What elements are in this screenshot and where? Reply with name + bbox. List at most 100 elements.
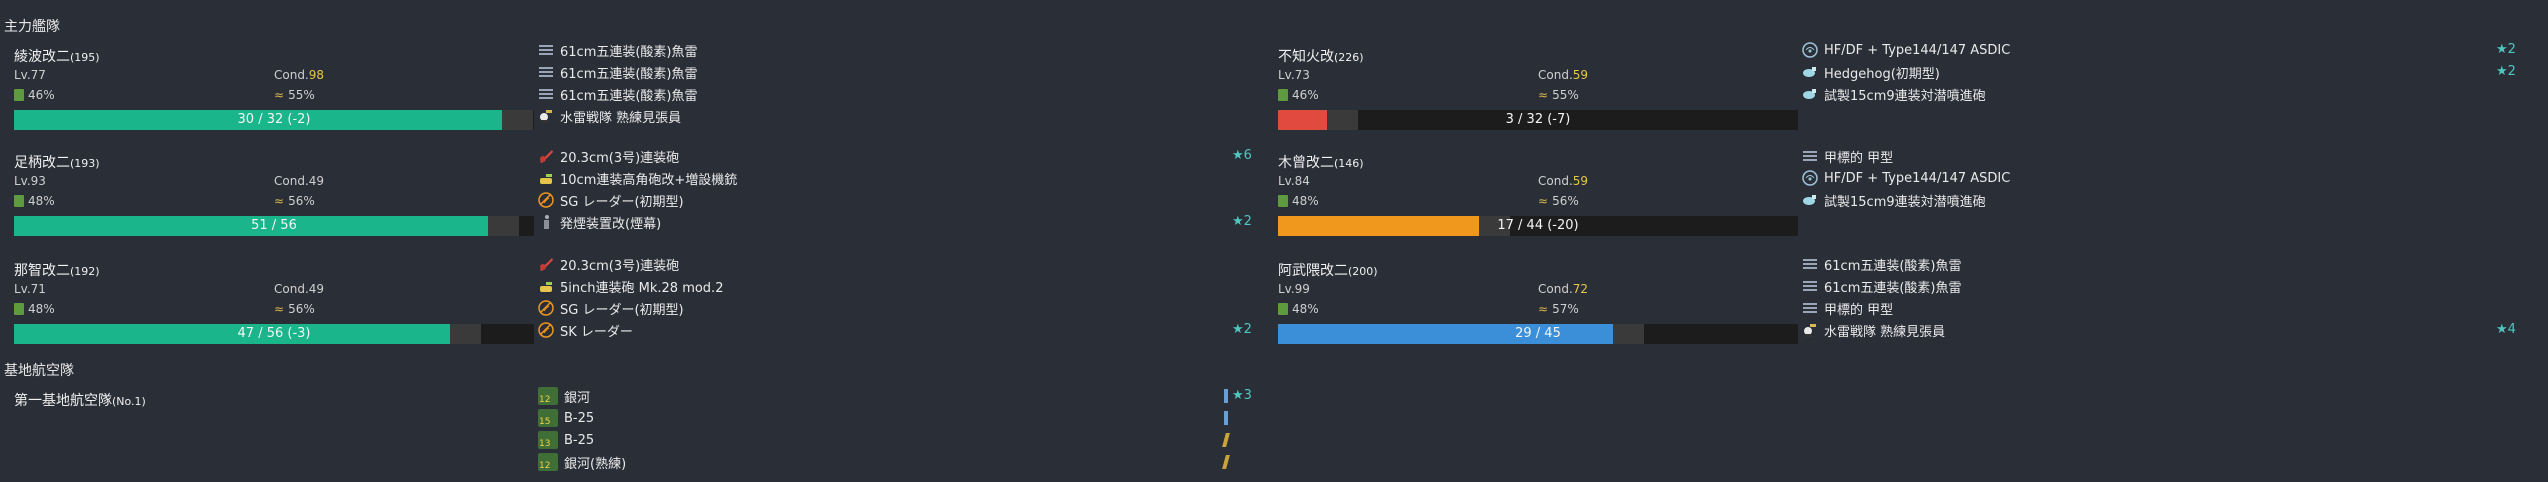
torpedo-icon — [538, 64, 554, 80]
plane-count: 13 — [539, 439, 551, 449]
ammo-status: ≈55% — [274, 88, 315, 102]
equipment-slot[interactable]: 61cm五連装(酸素)魚雷 — [1802, 254, 1962, 274]
main-gun-icon — [538, 256, 554, 272]
equipment-name: SK レーダー — [560, 324, 633, 340]
ship-name[interactable]: 不知火改(226) — [1278, 46, 1364, 66]
lookout-icon — [538, 108, 554, 124]
plane-slot[interactable]: 15 B-25 — [538, 408, 594, 428]
base-air-title: 基地航空隊 — [4, 363, 74, 379]
equipment-slot[interactable]: 61cm五連装(酸素)魚雷 — [538, 84, 698, 104]
fuel-percent: 48% — [28, 194, 55, 208]
ship-level: Lv.99 — [1278, 282, 1310, 296]
plane-slot[interactable]: 13 B-25 — [538, 430, 594, 450]
ship-level: Lv.73 — [1278, 68, 1310, 82]
squadron-number: (No.1) — [112, 395, 146, 408]
ship-name[interactable]: 那智改二(192) — [14, 260, 100, 280]
ship-level: Lv.93 — [14, 174, 46, 188]
equipment-slot[interactable]: SK レーダー — [538, 320, 633, 340]
equipment-slot[interactable]: 試製15cm9連装対潜噴進砲 — [1802, 190, 1986, 210]
equipment-name: 10cm連装高角砲改+増設機銃 — [560, 172, 738, 188]
cond-label: Cond. — [1538, 282, 1573, 296]
ship-id: (146) — [1334, 157, 1364, 170]
equipment-name: 61cm五連装(酸素)魚雷 — [560, 88, 698, 104]
improvement-level: ★4 — [2496, 322, 2516, 337]
ship-name[interactable]: 木曾改二(146) — [1278, 152, 1364, 172]
fuel-percent: 46% — [1292, 88, 1319, 102]
plane-count: 12 — [539, 395, 551, 405]
proficiency-icon — [1222, 433, 1230, 447]
fuel-icon — [14, 89, 24, 101]
fuel-status: 48% — [14, 302, 55, 316]
equipment-name: SG レーダー(初期型) — [560, 302, 684, 318]
fuel-icon — [1278, 89, 1288, 101]
equipment-name: 甲標的 甲型 — [1824, 302, 1894, 318]
equipment-slot[interactable]: 甲標的 甲型 — [1802, 298, 1893, 318]
plane-name: B-25 — [564, 432, 595, 448]
hp-text: 17 / 44 (-20) — [1497, 218, 1579, 233]
torpedo-icon — [1802, 278, 1818, 294]
equipment-slot[interactable]: 試製15cm9連装対潜噴進砲 — [1802, 84, 1986, 104]
fuel-status: 48% — [1278, 194, 1319, 208]
bomber-icon: 15 — [538, 409, 558, 427]
equipment-slot[interactable]: 10cm連装高角砲改+増設機銃 — [538, 168, 737, 188]
ammo-status: ≈57% — [1538, 302, 1579, 316]
equipment-slot[interactable]: HF/DF + Type144/147 ASDIC — [1802, 40, 2010, 60]
ship-name[interactable]: 綾波改二(195) — [14, 46, 100, 66]
ammo-percent: 56% — [288, 194, 315, 208]
lookout-icon — [1802, 322, 1818, 338]
equipment-slot[interactable]: 61cm五連装(酸素)魚雷 — [538, 40, 698, 60]
plane-name: 銀河 — [564, 390, 591, 406]
ship-name-text: 不知火改 — [1278, 49, 1334, 65]
ship-card[interactable]: 阿武隈改二(200) Lv.99 Cond.72 48% ≈57% 29 / 45 — [1278, 260, 2518, 360]
ship-name[interactable]: 足柄改二(193) — [14, 152, 100, 172]
fuel-percent: 46% — [28, 88, 55, 102]
ship-id: (200) — [1348, 265, 1378, 278]
equipment-name: 水雷戦隊 熟練見張員 — [1824, 324, 1946, 340]
equipment-slot[interactable]: 甲標的 甲型 — [1802, 146, 1893, 166]
improvement-level: ★2 — [1232, 322, 1252, 337]
equipment-slot[interactable]: HF/DF + Type144/147 ASDIC — [1802, 168, 2010, 188]
plane-name: 銀河(熟練) — [564, 456, 627, 472]
hp-text: 51 / 56 — [251, 218, 297, 233]
squadron-name: 第一基地航空隊(No.1) — [14, 390, 146, 410]
equipment-slot[interactable]: 20.3cm(3号)連装砲 — [538, 146, 679, 166]
plane-slot[interactable]: 12 銀河 — [538, 386, 590, 406]
fuel-icon — [1278, 303, 1288, 315]
proficiency-icon — [1224, 411, 1228, 425]
hp-bar: 51 / 56 — [14, 216, 534, 236]
equipment-slot[interactable]: 20.3cm(3号)連装砲 — [538, 254, 679, 274]
equipment-slot[interactable]: SG レーダー(初期型) — [538, 298, 684, 318]
equipment-name: 5inch連装砲 Mk.28 mod.2 — [560, 280, 724, 296]
hp-bar: 47 / 56 (-3) — [14, 324, 534, 344]
ammo-percent: 57% — [1552, 302, 1579, 316]
equipment-slot[interactable]: 水雷戦隊 熟練見張員 — [1802, 320, 1945, 340]
ship-cond: Cond.98 — [274, 68, 324, 82]
plane-count: 15 — [539, 417, 551, 427]
equipment-slot[interactable]: 水雷戦隊 熟練見張員 — [538, 106, 681, 126]
cond-label: Cond. — [1538, 174, 1573, 188]
equipment-slot[interactable]: 発煙装置改(煙幕) — [538, 212, 661, 232]
improvement-level: ★2 — [2496, 64, 2516, 79]
ship-cond: Cond.72 — [1538, 282, 1588, 296]
equipment-slot[interactable]: SG レーダー(初期型) — [538, 190, 684, 210]
midget-sub-icon — [1802, 148, 1818, 164]
squadron-name-text: 第一基地航空隊 — [14, 393, 112, 409]
equipment-slot[interactable]: 61cm五連装(酸素)魚雷 — [1802, 276, 1962, 296]
ship-name[interactable]: 阿武隈改二(200) — [1278, 260, 1378, 280]
cond-value: 49 — [308, 174, 325, 188]
proficiency-icon — [1222, 455, 1230, 469]
equipment-slot[interactable]: Hedgehog(初期型) — [1802, 62, 1940, 82]
cond-value: 59 — [1572, 174, 1589, 188]
equipment-name: HF/DF + Type144/147 ASDIC — [1824, 42, 2011, 58]
ammo-icon: ≈ — [1538, 88, 1549, 102]
ship-cond: Cond.49 — [274, 174, 324, 188]
plane-slot[interactable]: 12 銀河(熟練) — [538, 452, 626, 472]
depth-charge-icon — [1802, 192, 1818, 208]
equipment-slot[interactable]: 61cm五連装(酸素)魚雷 — [538, 62, 698, 82]
ammo-icon: ≈ — [274, 88, 285, 102]
equipment-slot[interactable]: 5inch連装砲 Mk.28 mod.2 — [538, 276, 723, 296]
ammo-icon: ≈ — [1538, 194, 1549, 208]
ship-level: Lv.84 — [1278, 174, 1310, 188]
torpedo-icon — [538, 42, 554, 58]
ammo-percent: 56% — [1552, 194, 1579, 208]
